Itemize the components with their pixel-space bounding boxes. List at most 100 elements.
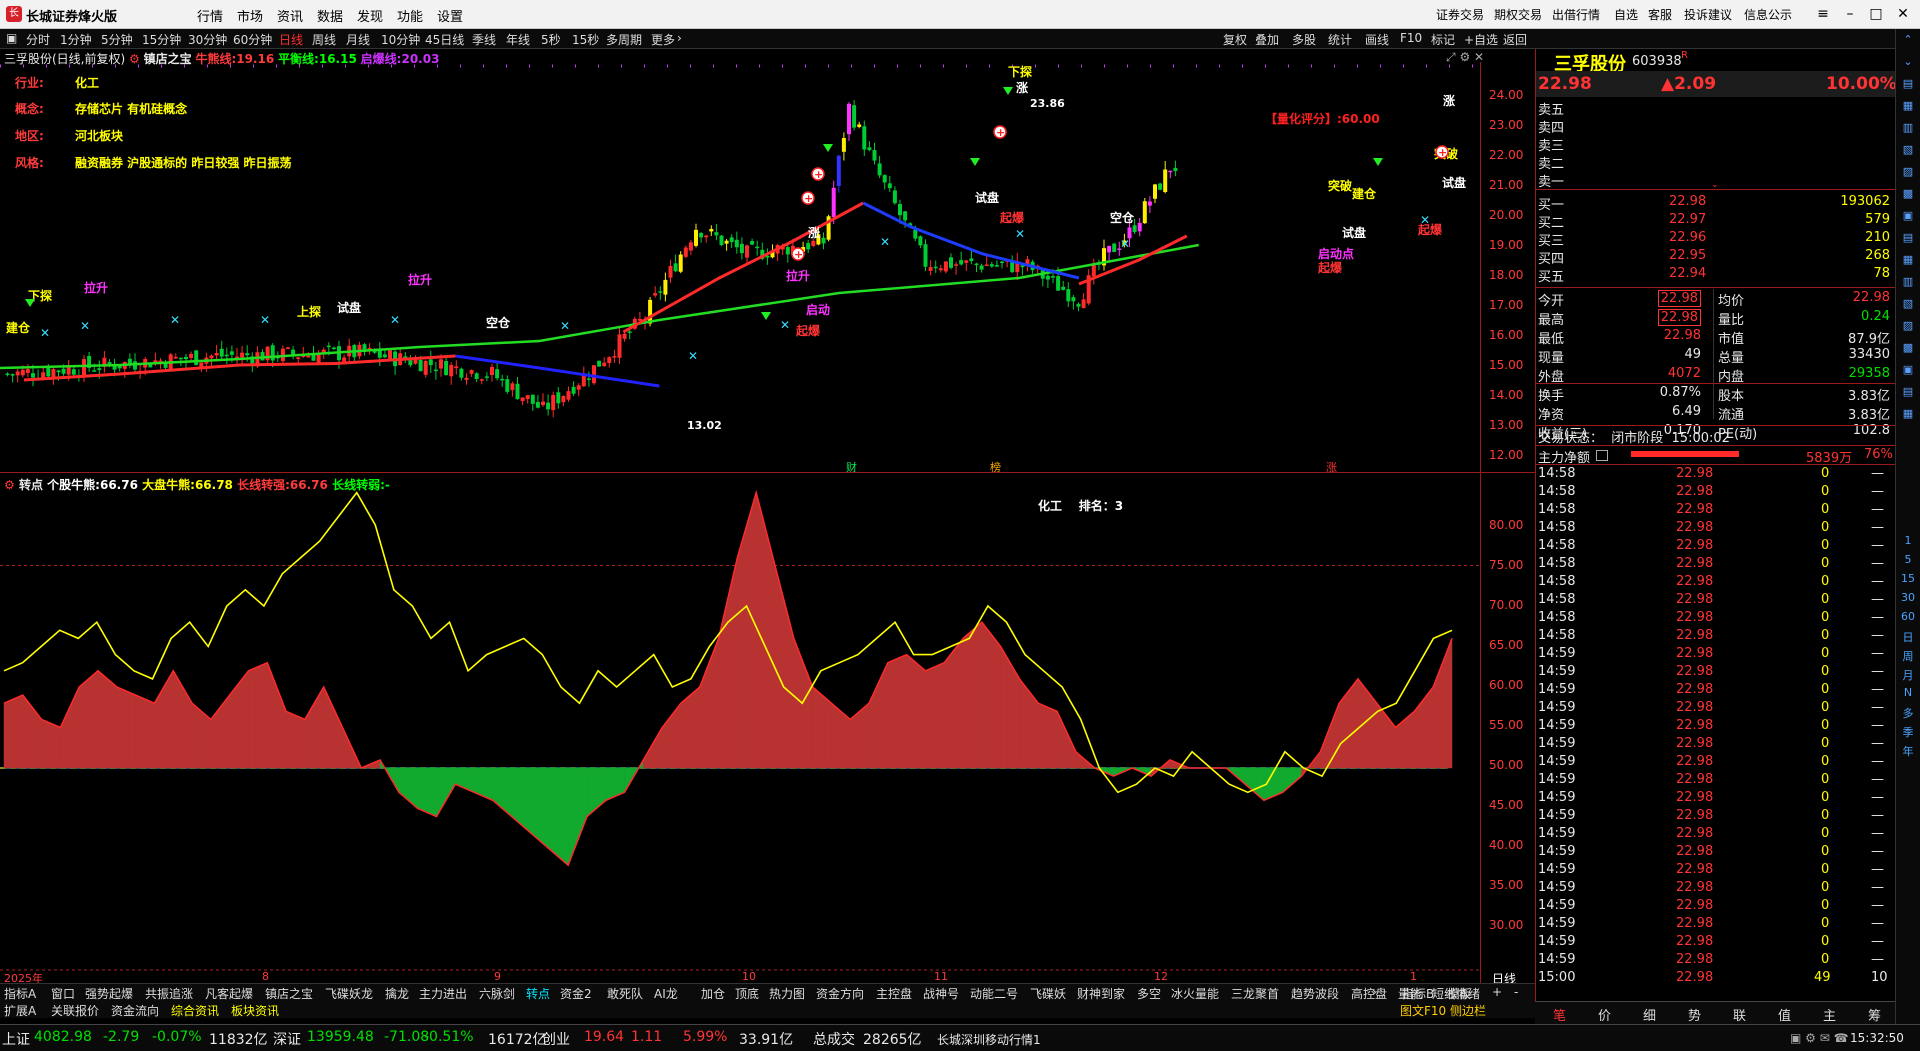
side-tool-icon[interactable]: ▦ [1899,407,1917,423]
status-icons[interactable]: ▣ ⚙ ✉ ☎ [1790,1031,1849,1045]
indicator-tab[interactable]: 加仓 [701,985,725,1002]
side-period-button[interactable]: 年 [1899,743,1917,759]
indicator-tab[interactable]: 飞碟妖 [1030,985,1066,1002]
menu-function[interactable]: 功能 [397,6,423,25]
quote-tab[interactable]: 主 [1823,1005,1836,1024]
indicator-tab[interactable]: 镇店之宝 [265,985,313,1002]
quote-tab[interactable]: 价 [1598,1005,1611,1024]
f10-sidebar-link[interactable]: 图文F10 侧边栏 [1400,1002,1486,1019]
indicator-tab[interactable]: 高控盘 [1351,985,1387,1002]
minimize-icon[interactable]: – [1840,4,1860,24]
side-period-button[interactable]: 60 [1899,610,1917,626]
period-more[interactable]: 更多 [651,31,675,48]
side-tool-icon[interactable]: ▧ [1899,143,1917,159]
side-tool-icon[interactable]: ▣ [1899,209,1917,225]
period-intraday[interactable]: 分时 [26,31,50,48]
period-year[interactable]: 年线 [506,31,530,48]
period-5min[interactable]: 5分钟 [101,31,133,48]
menu-news[interactable]: 资讯 [277,6,303,25]
menu-discover[interactable]: 发现 [357,6,383,25]
period-1min[interactable]: 1分钟 [60,31,92,48]
indicator-tab[interactable]: 强势起爆 [85,985,133,1002]
quote-tab[interactable]: 势 [1688,1005,1701,1024]
menu-complaint[interactable]: 投诉建议 [1684,6,1732,23]
indicator-tab[interactable]: 六脉剑 [479,985,515,1002]
period-quarter[interactable]: 季线 [472,31,496,48]
side-tool-icon[interactable]: ⌄ [1899,55,1917,71]
btn-back[interactable]: 返回 [1503,31,1527,48]
period-multi[interactable]: 多周期 [606,31,642,48]
indicator-tab[interactable]: 擒龙 [385,985,409,1002]
remove-tab-icon[interactable]: - [1514,985,1518,999]
menu-stock-trade[interactable]: 证券交易 [1436,6,1484,23]
indicator-tab[interactable]: 主力进出 [419,985,467,1002]
indicator-tab[interactable]: 转点 [526,985,550,1002]
side-period-button[interactable]: 季 [1899,724,1917,740]
book-collapse-icon[interactable]: ⌄ [1711,180,1719,190]
menu-quotes[interactable]: 行情 [197,6,223,25]
side-tool-icon[interactable]: ▤ [1899,231,1917,247]
side-tool-icon[interactable]: ▦ [1899,253,1917,269]
tab-indicator-b[interactable]: 指标B [1402,985,1434,1002]
extension-tab[interactable]: 综合资讯 [171,1002,219,1019]
indicator-tab[interactable]: 动能二号 [970,985,1018,1002]
quote-tab[interactable]: 筹 [1868,1005,1881,1024]
side-period-button[interactable]: 30 [1899,591,1917,607]
extension-tab[interactable]: 扩展A [4,1002,36,1019]
btn-add-watch[interactable]: +自选 [1464,31,1498,48]
quote-tab[interactable]: 值 [1778,1005,1791,1024]
btn-f10[interactable]: F10 [1400,31,1422,45]
quote-tab[interactable]: 笔 [1553,1005,1566,1024]
indicator-tab[interactable]: 多空 [1137,985,1161,1002]
btn-mark[interactable]: 标记 [1431,31,1455,48]
btn-adjust[interactable]: 复权 [1223,31,1247,48]
maximize-icon[interactable]: □ [1866,4,1886,24]
indicator-tab[interactable]: AI龙 [654,985,678,1002]
period-monthly[interactable]: 月线 [346,31,370,48]
side-period-button[interactable]: 1 [1899,534,1917,550]
indicator-tab[interactable]: 指标A [4,985,36,1002]
side-tool-icon[interactable]: ▥ [1899,275,1917,291]
extension-tab[interactable]: 板块资讯 [231,1002,279,1019]
tabs-chevron-icon[interactable]: › [1372,985,1377,999]
period-10min[interactable]: 10分钟 [381,31,420,48]
indicator-tab[interactable]: 战神号 [923,985,959,1002]
indicator-tab[interactable]: 顶底 [735,985,759,1002]
side-period-button[interactable]: 周 [1899,648,1917,664]
indicator-tab[interactable]: 共振追涨 [145,985,193,1002]
indicator-tab[interactable]: 敢死队 [607,985,643,1002]
menu-service[interactable]: 客服 [1648,6,1672,23]
period-daily[interactable]: 日线 [279,31,303,48]
period-30min[interactable]: 30分钟 [188,31,227,48]
side-tool-icon[interactable]: ▨ [1899,165,1917,181]
chevron-right-icon[interactable]: › [677,31,682,45]
indicator-chart[interactable] [0,490,1480,982]
btn-multi-stock[interactable]: 多股 [1292,31,1316,48]
period-45day[interactable]: 45日线 [425,31,464,48]
status-item[interactable]: 长城深圳移动行情1 [937,1031,1041,1048]
menu-data[interactable]: 数据 [317,6,343,25]
extension-tab[interactable]: 资金流向 [111,1002,159,1019]
quote-tab[interactable]: 细 [1643,1005,1656,1024]
indicator-tab[interactable]: 财神到家 [1077,985,1125,1002]
side-period-button[interactable]: 5 [1899,553,1917,569]
side-tool-icon[interactable]: ▤ [1899,77,1917,93]
indicator-tab[interactable]: 窗口 [51,985,75,1002]
period-60min[interactable]: 60分钟 [233,31,272,48]
indicator-tab[interactable]: 主控盘 [876,985,912,1002]
menu-option-trade[interactable]: 期权交易 [1494,6,1542,23]
period-15sec[interactable]: 15秒 [572,31,599,48]
menu-watchlist[interactable]: 自选 [1614,6,1638,23]
menu-icon[interactable]: ≡ [1813,4,1833,24]
side-tool-icon[interactable]: ▤ [1899,385,1917,401]
tab-template[interactable]: 模板 [1447,985,1471,1002]
side-tool-icon[interactable]: ▥ [1899,121,1917,137]
side-period-button[interactable]: 月 [1899,667,1917,683]
menu-lending[interactable]: 出借行情 [1552,6,1600,23]
side-tool-icon[interactable]: ▦ [1899,99,1917,115]
indicator-tab[interactable]: 凡客起爆 [205,985,253,1002]
btn-stats[interactable]: 统计 [1328,31,1352,48]
side-period-button[interactable]: 多 [1899,705,1917,721]
period-5sec[interactable]: 5秒 [541,31,561,48]
side-period-button[interactable]: 日 [1899,629,1917,645]
